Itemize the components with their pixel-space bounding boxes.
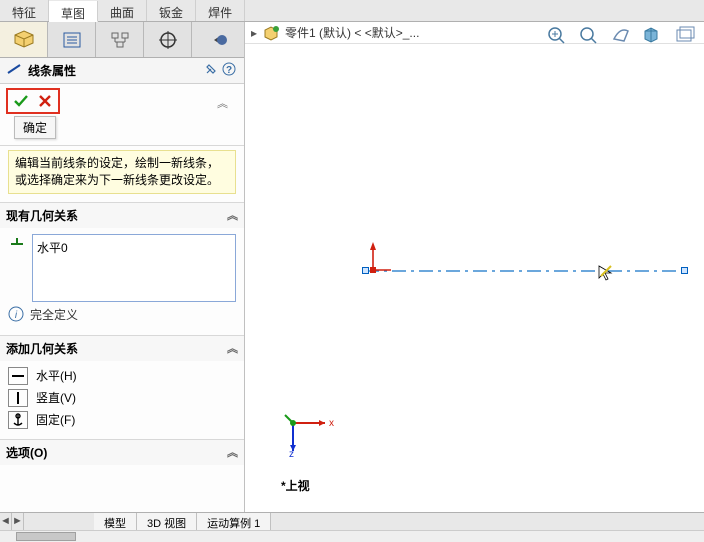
property-title: 线条属性 bbox=[28, 62, 76, 79]
orientation-triad[interactable]: x z bbox=[281, 397, 341, 462]
pm-tab-feature[interactable] bbox=[0, 22, 48, 57]
tab-sheetmetal[interactable]: 钣金 bbox=[147, 0, 196, 21]
pm-tab-config[interactable] bbox=[96, 22, 144, 57]
collapse-icon[interactable]: ︽ bbox=[217, 98, 228, 110]
appearance-icon[interactable] bbox=[608, 24, 634, 46]
pin-icon[interactable] bbox=[202, 63, 220, 78]
relation-h-icon bbox=[8, 232, 26, 302]
tab-scroll-left[interactable]: ◄ bbox=[0, 513, 12, 530]
horizontal-icon bbox=[8, 367, 28, 385]
add-relation-fixed[interactable]: 固定(F) bbox=[8, 409, 236, 431]
message-box: 编辑当前线条的设定，绘制一新线条，或选择确定来为下一新线条更改设定。 bbox=[8, 150, 236, 194]
line-icon bbox=[6, 62, 22, 79]
existing-relations-header[interactable]: 现有几何关系 ︽ bbox=[0, 203, 244, 228]
tab-sketch[interactable]: 草图 bbox=[49, 1, 98, 22]
display-style-icon[interactable] bbox=[672, 24, 698, 46]
sketch-centerline[interactable] bbox=[365, 270, 685, 272]
svg-text:?: ? bbox=[226, 65, 232, 76]
ok-button[interactable] bbox=[12, 92, 30, 110]
cube-icon bbox=[11, 29, 37, 51]
graphics-viewport[interactable]: ▸ 零件1 (默认) < <默认>_... bbox=[245, 22, 704, 512]
part-icon bbox=[263, 25, 281, 41]
breadcrumb-arrow-icon[interactable]: ▸ bbox=[251, 26, 257, 40]
tab-features[interactable]: 特征 bbox=[0, 0, 49, 21]
pm-tab-dimxpert[interactable] bbox=[144, 22, 192, 57]
cursor-pointer bbox=[597, 264, 615, 287]
bottom-tab-motion[interactable]: 运动算例 1 bbox=[197, 513, 271, 530]
vertical-icon bbox=[8, 389, 28, 407]
pm-tab-property[interactable] bbox=[48, 22, 96, 57]
relation-item[interactable]: 水平0 bbox=[37, 239, 231, 256]
bottom-tab-bar: ◄ ► 模型 3D 视图 运动算例 1 bbox=[0, 512, 704, 530]
line-endpoint-right[interactable] bbox=[681, 267, 688, 274]
check-icon bbox=[13, 93, 29, 109]
tab-scroll-right[interactable]: ► bbox=[12, 513, 24, 530]
definition-status: i 完全定义 bbox=[8, 302, 236, 327]
chevron-up-icon: ︽ bbox=[227, 340, 238, 356]
confirm-cancel-row bbox=[6, 88, 60, 114]
existing-relations-list[interactable]: 水平0 bbox=[32, 234, 236, 302]
info-icon: i bbox=[8, 306, 24, 322]
options-header[interactable]: 选项(O) ︽ bbox=[0, 440, 244, 465]
view-orientation-label: *上视 bbox=[281, 477, 310, 494]
add-relations-header[interactable]: 添加几何关系 ︽ bbox=[0, 336, 244, 361]
tree-icon bbox=[109, 30, 131, 50]
ribbon-tabs: 特征 草图 曲面 钣金 焊件 bbox=[0, 0, 704, 22]
property-header: 线条属性 ? bbox=[0, 58, 244, 84]
close-icon bbox=[38, 94, 52, 108]
crosshair-icon bbox=[157, 29, 179, 51]
triad-x-label: x bbox=[329, 418, 334, 429]
scrollbar-thumb[interactable] bbox=[16, 532, 76, 541]
help-icon[interactable]: ? bbox=[220, 62, 238, 79]
add-relation-vertical[interactable]: 竖直(V) bbox=[8, 387, 236, 409]
pm-tab-row bbox=[0, 22, 244, 58]
horizontal-scrollbar[interactable] bbox=[0, 530, 704, 542]
arrow-icon bbox=[208, 30, 228, 50]
ok-tooltip: 确定 bbox=[14, 116, 56, 139]
cancel-button[interactable] bbox=[36, 92, 54, 110]
bottom-tab-model[interactable]: 模型 bbox=[94, 513, 137, 530]
tab-weldments[interactable]: 焊件 bbox=[196, 0, 245, 21]
add-relation-horizontal[interactable]: 水平(H) bbox=[8, 365, 236, 387]
bottom-tab-3dview[interactable]: 3D 视图 bbox=[137, 513, 197, 530]
pm-tab-overflow[interactable] bbox=[192, 22, 244, 57]
anchor-icon bbox=[8, 411, 28, 429]
zoom-to-fit-icon[interactable] bbox=[544, 24, 570, 46]
breadcrumb-text[interactable]: 零件1 (默认) < <默认>_... bbox=[285, 24, 419, 41]
tab-surfaces[interactable]: 曲面 bbox=[98, 0, 147, 21]
property-manager-panel: 线条属性 ? ︽ bbox=[0, 22, 245, 512]
view-toolbar bbox=[544, 24, 698, 46]
zoom-area-icon[interactable] bbox=[576, 24, 602, 46]
svg-text:i: i bbox=[15, 310, 18, 321]
section-view-icon[interactable] bbox=[640, 24, 666, 46]
list-icon bbox=[61, 30, 83, 50]
chevron-up-icon: ︽ bbox=[227, 444, 238, 460]
triad-z-label: z bbox=[289, 449, 294, 457]
chevron-up-icon: ︽ bbox=[227, 207, 238, 223]
sketch-origin[interactable] bbox=[365, 240, 395, 281]
